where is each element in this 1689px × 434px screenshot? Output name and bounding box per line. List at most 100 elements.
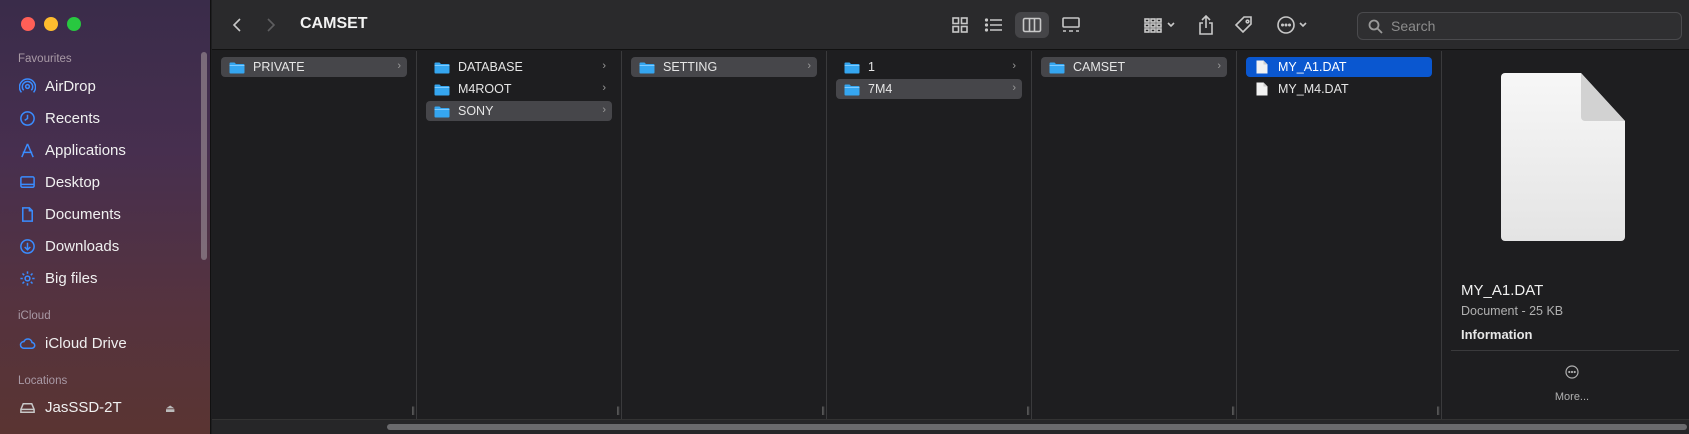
search-field[interactable] <box>1357 12 1682 40</box>
sidebar: Favourites AirDrop Recents Applications … <box>0 0 211 434</box>
share-icon <box>1199 15 1213 35</box>
back-button[interactable] <box>226 12 248 38</box>
divider <box>1451 350 1679 351</box>
eject-icon[interactable]: ⏏ <box>165 402 175 415</box>
sidebar-item-documents[interactable]: Documents <box>18 202 121 226</box>
cloud-icon <box>18 334 36 352</box>
preview-file-kind: Document - 25 KB <box>1461 304 1564 318</box>
list-item-database[interactable]: DATABASE › <box>426 57 612 77</box>
list-item-camset[interactable]: CAMSET › <box>1041 57 1227 77</box>
sidebar-item-desktop[interactable]: Desktop <box>18 170 100 194</box>
list-item-7m4[interactable]: 7M4 › <box>836 79 1022 99</box>
columns-icon <box>1022 17 1042 33</box>
item-label: DATABASE <box>458 60 523 74</box>
column-resize-handle[interactable]: || <box>411 405 415 415</box>
ellipsis-circle-icon[interactable] <box>1565 365 1579 384</box>
sidebar-item-icloud-drive[interactable]: iCloud Drive <box>18 331 127 355</box>
toolbar: CAMSET <box>212 0 1689 50</box>
view-list-button[interactable] <box>977 12 1011 38</box>
view-gallery-button[interactable] <box>1054 12 1088 38</box>
folder-icon <box>844 83 860 96</box>
applications-icon <box>18 141 36 159</box>
chevron-right-icon: › <box>1012 60 1016 72</box>
window-controls <box>21 17 81 31</box>
sidebar-scrollbar[interactable] <box>201 52 207 260</box>
sidebar-item-downloads[interactable]: Downloads <box>18 234 119 258</box>
sidebar-item-label: Applications <box>45 141 126 159</box>
minimize-window-button[interactable] <box>44 17 58 31</box>
sidebar-item-label: AirDrop <box>45 77 96 95</box>
column-resize-handle[interactable]: || <box>821 405 825 415</box>
sidebar-item-airdrop[interactable]: AirDrop <box>18 74 96 98</box>
sidebar-item-label: Recents <box>45 109 101 127</box>
scrollbar-thumb[interactable] <box>387 424 1687 430</box>
search-input[interactable] <box>1391 18 1671 34</box>
download-icon <box>18 237 36 255</box>
sidebar-item-label: Big files <box>45 269 98 287</box>
document-icon <box>18 205 36 223</box>
folder-icon <box>229 61 245 74</box>
list-item-setting[interactable]: SETTING › <box>631 57 817 77</box>
column-4: 1 › 7M4 › || <box>827 51 1032 419</box>
column-resize-handle[interactable]: || <box>1026 405 1030 415</box>
column-3: SETTING › || <box>622 51 827 419</box>
list-item-private[interactable]: PRIVATE › <box>221 57 407 77</box>
column-5: CAMSET › || <box>1032 51 1237 419</box>
item-label: 1 <box>868 60 875 74</box>
preview-pane: MY_A1.DAT Document - 25 KB Information M… <box>1451 51 1689 419</box>
view-icons-button[interactable] <box>943 12 977 38</box>
more-actions-button[interactable] <box>1271 12 1315 38</box>
item-label: CAMSET <box>1073 60 1126 74</box>
clock-icon <box>18 109 36 127</box>
sidebar-item-label: Documents <box>45 205 121 223</box>
item-label: 7M4 <box>868 82 893 96</box>
column-resize-handle[interactable]: || <box>616 405 620 415</box>
list-item-my-m4-dat[interactable]: MY_M4.DAT <box>1246 79 1432 99</box>
chevron-right-icon: › <box>602 104 606 116</box>
fullscreen-window-button[interactable] <box>67 17 81 31</box>
horizontal-scrollbar[interactable] <box>212 419 1689 434</box>
sidebar-item-label: Desktop <box>45 173 101 191</box>
list-icon <box>984 18 1002 32</box>
more-button[interactable]: More... <box>1545 391 1599 403</box>
preview-information-heading: Information <box>1461 327 1533 342</box>
sidebar-item-big-files[interactable]: Big files <box>18 266 98 290</box>
search-icon <box>1368 19 1383 34</box>
list-item-sony[interactable]: SONY › <box>426 101 612 121</box>
chevron-left-icon <box>232 18 241 32</box>
view-columns-button[interactable] <box>1015 12 1049 38</box>
preview-file-name: MY_A1.DAT <box>1461 282 1544 299</box>
sidebar-section-favourites: Favourites <box>18 53 72 65</box>
item-label: PRIVATE <box>253 60 305 74</box>
list-item-m4root[interactable]: M4ROOT › <box>426 79 612 99</box>
close-window-button[interactable] <box>21 17 35 31</box>
forward-button[interactable] <box>260 12 282 38</box>
chevron-right-icon: › <box>807 60 811 72</box>
list-item-1[interactable]: 1 › <box>836 57 1022 77</box>
file-icon <box>1256 60 1268 74</box>
column-1: PRIVATE › || <box>212 51 417 419</box>
item-label: SETTING <box>663 60 718 74</box>
group-button[interactable] <box>1138 12 1182 38</box>
chevron-right-icon: › <box>1012 82 1016 94</box>
folder-icon <box>639 61 655 74</box>
column-6: MY_A1.DAT MY_M4.DAT || <box>1237 51 1442 419</box>
folder-icon <box>434 105 450 118</box>
sidebar-item-recents[interactable]: Recents <box>18 106 100 130</box>
sidebar-item-label: Downloads <box>45 237 120 255</box>
item-label: MY_M4.DAT <box>1278 82 1349 96</box>
list-item-my-a1-dat[interactable]: MY_A1.DAT <box>1246 57 1432 77</box>
sidebar-item-jasssd-2t[interactable]: JasSSD-2T <box>18 395 122 419</box>
folder-icon <box>434 83 450 96</box>
group-icon <box>1144 18 1175 33</box>
ellipsis-circle-icon <box>1277 16 1307 34</box>
column-resize-handle[interactable]: || <box>1231 405 1235 415</box>
chevron-right-icon: › <box>602 60 606 72</box>
drive-icon <box>18 398 36 416</box>
chevron-right-icon <box>267 18 276 32</box>
share-button[interactable] <box>1192 12 1220 38</box>
tags-button[interactable] <box>1230 12 1258 38</box>
sidebar-item-applications[interactable]: Applications <box>18 138 126 162</box>
tag-icon <box>1234 16 1252 34</box>
column-resize-handle[interactable]: || <box>1436 405 1440 415</box>
